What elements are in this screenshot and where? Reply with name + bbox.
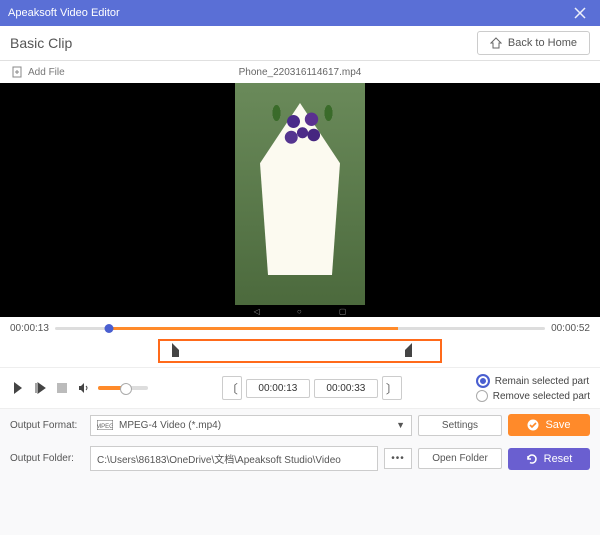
video-frame[interactable] [235, 83, 365, 305]
save-label: Save [545, 419, 570, 431]
radio-unselected-icon [476, 390, 488, 402]
timeline-row: 00:00:13 00:00:52 [0, 317, 600, 339]
phone-frame: ◁○▢ [235, 83, 365, 317]
file-row: Add File Phone_220316114617.mp4 [0, 61, 600, 83]
close-icon[interactable] [568, 7, 592, 19]
radio-selected-icon [476, 374, 490, 388]
reset-label: Reset [544, 453, 573, 465]
add-file-button[interactable]: Add File [28, 67, 65, 78]
video-preview: ◁○▢ [0, 83, 600, 317]
step-icon[interactable] [32, 380, 48, 396]
output-format-row: Output Format: MPEG MPEG-4 Video (*.mp4)… [0, 409, 600, 441]
clip-start-marker[interactable] [172, 343, 179, 357]
total-duration: 00:00:52 [551, 323, 590, 334]
open-folder-button[interactable]: Open Folder [418, 448, 502, 469]
timeline-slider[interactable] [55, 321, 545, 335]
video-content [255, 93, 345, 275]
set-end-button[interactable]: 〕 [382, 376, 402, 400]
back-to-home-label: Back to Home [508, 37, 577, 49]
window-title: Apeaksoft Video Editor [8, 7, 120, 19]
set-start-button[interactable]: 〔 [222, 376, 242, 400]
remain-label: Remain selected part [495, 376, 590, 387]
remain-option[interactable]: Remain selected part [476, 374, 590, 388]
reset-icon [526, 453, 538, 465]
svg-text:MPEG: MPEG [97, 424, 113, 430]
clip-range-row [0, 339, 600, 367]
check-icon [527, 419, 539, 431]
page-title: Basic Clip [10, 35, 72, 51]
mpeg-icon: MPEG [97, 420, 113, 430]
clip-start-input[interactable]: 00:00:13 [246, 379, 310, 398]
chevron-down-icon: ▼ [396, 420, 405, 430]
play-icon[interactable] [10, 380, 26, 396]
add-file-icon[interactable] [12, 66, 22, 78]
save-button[interactable]: Save [508, 414, 590, 436]
clip-end-input[interactable]: 00:00:33 [314, 379, 378, 398]
titlebar: Apeaksoft Video Editor [0, 0, 600, 26]
output-format-value: MPEG-4 Video (*.mp4) [119, 420, 390, 431]
output-folder-label: Output Folder: [10, 453, 84, 464]
clip-end-marker[interactable] [405, 343, 412, 357]
current-filename: Phone_220316114617.mp4 [239, 67, 362, 78]
phone-navbar: ◁○▢ [235, 305, 365, 317]
settings-button[interactable]: Settings [418, 415, 502, 436]
output-folder-row: Output Folder: C:\Users\86183\OneDrive\文… [0, 441, 600, 476]
current-time: 00:00:13 [10, 323, 49, 334]
clip-range-bar[interactable] [158, 339, 442, 363]
output-format-select[interactable]: MPEG MPEG-4 Video (*.mp4) ▼ [90, 415, 412, 436]
output-folder-input[interactable]: C:\Users\86183\OneDrive\文档\Apeaksoft Stu… [90, 446, 378, 471]
output-format-label: Output Format: [10, 420, 84, 431]
reset-button[interactable]: Reset [508, 448, 590, 470]
volume-slider[interactable] [98, 386, 148, 390]
remove-label: Remove selected part [493, 391, 590, 402]
back-to-home-button[interactable]: Back to Home [477, 31, 590, 55]
volume-icon[interactable] [76, 380, 92, 396]
controls-row: 〔 00:00:13 00:00:33 〕 Remain selected pa… [0, 367, 600, 409]
output-folder-value: C:\Users\86183\OneDrive\文档\Apeaksoft Stu… [97, 451, 371, 466]
browse-folder-button[interactable]: ••• [384, 448, 412, 469]
home-icon [490, 37, 502, 49]
remove-option[interactable]: Remove selected part [476, 390, 590, 402]
clip-time-group: 〔 00:00:13 00:00:33 〕 [222, 376, 402, 400]
clip-mode-group: Remain selected part Remove selected par… [476, 374, 590, 402]
header: Basic Clip Back to Home [0, 26, 600, 61]
stop-icon[interactable] [54, 380, 70, 396]
